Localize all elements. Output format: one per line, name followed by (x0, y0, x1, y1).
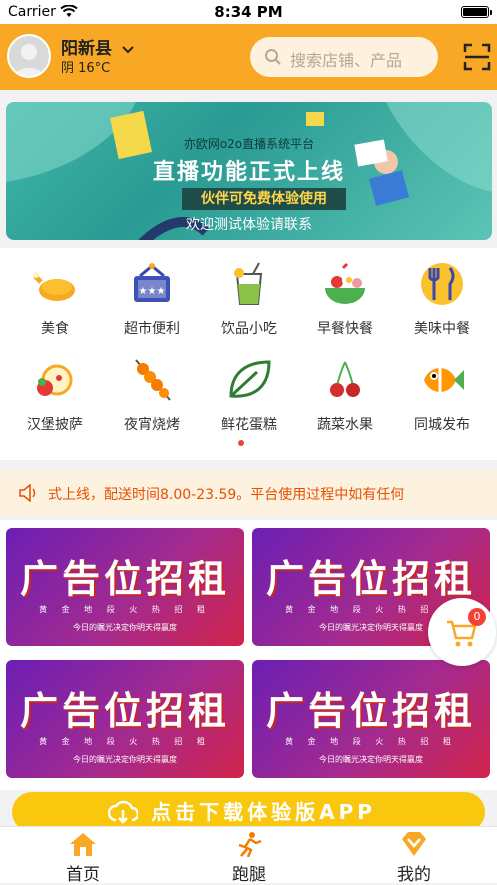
clock-time: 8:34 PM (214, 3, 283, 21)
floating-cart-button[interactable]: 0 (428, 598, 496, 666)
runner-icon (238, 832, 262, 857)
category-burger-pizza[interactable]: 汉堡披萨 (6, 348, 104, 438)
diamond-icon (402, 832, 426, 856)
category-label: 同城发布 (414, 417, 470, 433)
search-placeholder: 搜索店铺、产品 (290, 51, 403, 70)
cherry-icon (330, 361, 360, 397)
fork-knife-icon (421, 263, 463, 305)
cart-count-badge: 0 (468, 608, 486, 626)
banner-line-1: 亦欧网o2o直播系统平台 (183, 137, 315, 151)
ad-subtitle: 黄 金 地 段 火 热 招 租 (39, 737, 211, 746)
ad-caption: 今日的瞩光决定你明天得赢度 (73, 623, 177, 632)
city-selector[interactable]: 阳新县 (61, 34, 134, 59)
banner-line-3: 伙伴可免费体验使用 (182, 188, 346, 210)
category-chinese-food[interactable]: 美味中餐 (393, 252, 491, 342)
category-label: 饮品小吃 (221, 321, 277, 337)
category-label: 蔬菜水果 (317, 417, 373, 433)
svg-text:★★★: ★★★ (139, 286, 166, 297)
ad-banner[interactable]: 广告位招租 黄 金 地 段 火 热 招 租 今日的瞩光决定你明天得赢度 (252, 660, 490, 778)
search-input[interactable]: 搜索店铺、产品 (250, 37, 438, 77)
ad-caption: 今日的瞩光决定你明天得赢度 (319, 755, 423, 764)
category-fruit-veg[interactable]: 蔬菜水果 (296, 348, 394, 438)
status-bar: Carrier 8:34 PM (0, 0, 497, 24)
app-header: 阳新县 阴 16°C 搜索店铺、产品 (0, 24, 497, 90)
tab-home[interactable]: 首页 (0, 827, 166, 885)
category-food[interactable]: 美食 (6, 252, 104, 342)
category-label: 超市便利 (124, 321, 180, 337)
category-supermarket[interactable]: ★★★ 超市便利 (103, 252, 201, 342)
tab-errand[interactable]: 跑腿 (166, 827, 332, 885)
ad-title: 广告位招租 (19, 557, 230, 601)
user-silhouette-icon (14, 44, 44, 76)
breakfast-bowl-icon (325, 262, 365, 304)
category-label: 鲜花蛋糕 (221, 417, 277, 433)
ad-title: 广告位招租 (265, 557, 476, 601)
category-label: 汉堡披萨 (27, 417, 83, 433)
ad-banner[interactable]: 广告位招租 黄 金 地 段 火 热 招 租 今日的瞩光决定你明天得赢度 (6, 660, 244, 778)
banner-line-4: 欢迎测试体验请联系 (186, 217, 312, 233)
chevron-down-icon (122, 46, 134, 54)
supermarket-basket-icon: ★★★ (134, 263, 170, 302)
category-label: 早餐快餐 (317, 321, 373, 337)
notice-text: 式上线，配送时间8.00-23.59。平台使用过程中如有任何 (48, 487, 405, 503)
promo-banner[interactable]: 亦欧网o2o直播系统平台 直播功能正式上线 伙伴可免费体验使用 欢迎测试体验请联… (6, 102, 492, 240)
category-label: 美食 (41, 321, 69, 337)
drink-cup-icon (234, 262, 263, 305)
category-breakfast[interactable]: 早餐快餐 (296, 252, 394, 342)
ad-banner[interactable]: 广告位招租 黄 金 地 段 火 热 招 租 今日的瞩光决定你明天得赢度 (6, 528, 244, 646)
ad-caption: 今日的瞩光决定你明天得赢度 (73, 755, 177, 764)
tab-profile[interactable]: 我的 (331, 827, 497, 885)
notice-bar[interactable]: 式上线，配送时间8.00-23.59。平台使用过程中如有任何 (0, 470, 497, 516)
cloud-download-icon (108, 800, 138, 824)
ad-subtitle: 黄 金 地 段 火 热 招 租 (285, 737, 457, 746)
ad-title: 广告位招租 (265, 689, 476, 733)
tab-label: 首页 (66, 865, 100, 885)
ad-subtitle: 黄 金 地 段 火 热 招 租 (39, 605, 211, 614)
city-name: 阳新县 (61, 39, 112, 59)
category-flowers-cake[interactable]: 鲜花蛋糕 (200, 348, 298, 438)
ad-title: 广告位招租 (19, 689, 230, 733)
speaker-icon (19, 484, 36, 502)
category-grid: 美食 ★★★ 超市便利 饮品小吃 早餐快餐 美味中餐 汉堡披萨 夜宵烧烤 鲜花蛋… (0, 248, 497, 460)
ad-grid: 广告位招租 黄 金 地 段 火 热 招 租 今日的瞩光决定你明天得赢度 广告位招… (0, 520, 497, 790)
category-local-post[interactable]: 同城发布 (393, 348, 491, 438)
home-icon (70, 833, 96, 856)
search-icon (265, 49, 281, 65)
tab-label: 我的 (397, 865, 431, 885)
leaf-icon (229, 360, 271, 398)
battery-icon (461, 6, 492, 18)
fish-icon (424, 368, 464, 392)
category-bbq[interactable]: 夜宵烧烤 (103, 348, 201, 438)
weather-text: 阴 16°C (61, 61, 111, 76)
pizza-icon (37, 364, 73, 396)
roast-chicken-icon (33, 272, 75, 301)
scan-icon[interactable] (462, 42, 492, 72)
tab-label: 跑腿 (232, 865, 266, 885)
page-indicator-dot[interactable] (238, 440, 244, 446)
skewer-icon (135, 359, 171, 401)
download-label: 点击下载体验版APP (151, 800, 376, 824)
bottom-tab-bar: 首页 跑腿 我的 (0, 826, 497, 885)
category-drinks[interactable]: 饮品小吃 (200, 252, 298, 342)
banner-line-2: 直播功能正式上线 (152, 160, 345, 185)
category-label: 夜宵烧烤 (124, 417, 180, 433)
category-label: 美味中餐 (414, 321, 470, 337)
avatar[interactable] (7, 34, 51, 78)
